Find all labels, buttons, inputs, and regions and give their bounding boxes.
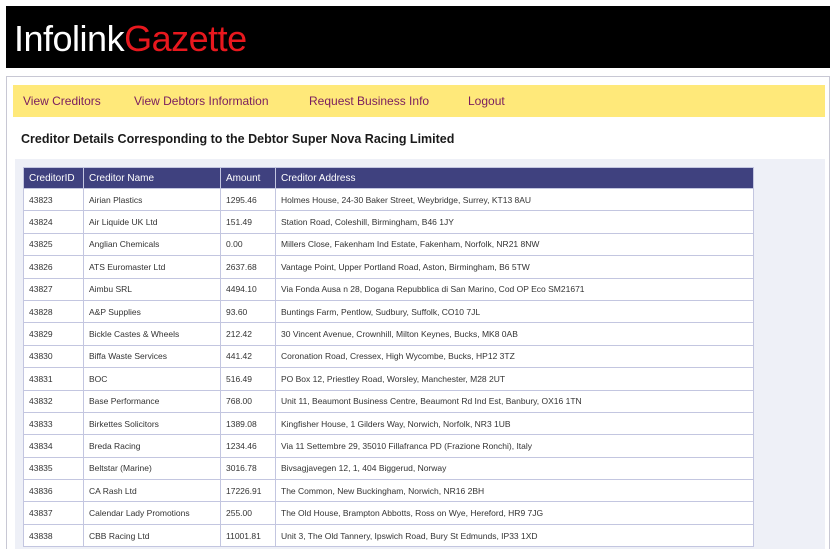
table-row[interactable]: 43831 BOC 516.49 PO Box 12, Priestley Ro… [23, 367, 754, 391]
column-header-creditor-name[interactable]: Creditor Name [83, 167, 221, 189]
table-row[interactable]: 43829 Bickle Castes & Wheels 212.42 30 V… [23, 322, 754, 346]
cell-amount: 255.00 [220, 501, 276, 525]
nav-view-debtors-information[interactable]: View Debtors Information [134, 94, 269, 108]
cell-creditor-id: 43826 [23, 255, 84, 279]
table-row[interactable]: 43828 A&P Supplies 93.60 Buntings Farm, … [23, 299, 754, 324]
cell-creditor-address: The Common, New Buckingham, Norwich, NR1… [275, 479, 754, 503]
cell-creditor-address: Kingfisher House, 1 Gilders Way, Norwich… [275, 411, 754, 436]
cell-creditor-name: Biffa Waste Services [83, 344, 221, 369]
table-row[interactable]: 43832 Base Performance 768.00 Unit 11, B… [23, 389, 754, 413]
site-logo[interactable]: InfolinkGazette [14, 19, 247, 59]
table-row[interactable]: 43837 Calendar Lady Promotions 255.00 Th… [23, 501, 754, 525]
table-row[interactable]: 43823 Airian Plastics 1295.46 Holmes Hou… [23, 187, 754, 212]
cell-creditor-id: 43838 [23, 523, 84, 548]
cell-creditor-id: 43832 [23, 389, 84, 413]
page-title: Creditor Details Corresponding to the De… [21, 132, 455, 146]
cell-amount: 0.00 [220, 232, 276, 257]
cell-creditor-address: Unit 3, The Old Tannery, Ipswich Road, B… [275, 523, 754, 548]
cell-creditor-id: 43833 [23, 411, 84, 436]
cell-creditor-address: Via Fonda Ausa n 28, Dogana Repubblica d… [275, 277, 754, 301]
cell-creditor-address: Station Road, Coleshill, Birmingham, B46… [275, 210, 754, 234]
cell-creditor-address: 30 Vincent Avenue, Crownhill, Milton Key… [275, 322, 754, 346]
cell-creditor-id: 43827 [23, 277, 84, 301]
cell-creditor-address: The Old House, Brampton Abbotts, Ross on… [275, 501, 754, 525]
cell-creditor-address: Vantage Point, Upper Portland Road, Asto… [275, 255, 754, 279]
logo-text-gazette: Gazette [124, 18, 247, 59]
nav-bar: View Creditors View Debtors Information … [13, 85, 825, 117]
cell-amount: 1234.46 [220, 434, 276, 458]
cell-creditor-address: Unit 11, Beaumont Business Centre, Beaum… [275, 389, 754, 413]
column-header-creditor-address[interactable]: Creditor Address [275, 167, 754, 189]
cell-creditor-id: 43837 [23, 501, 84, 525]
cell-amount: 3016.78 [220, 456, 276, 481]
nav-view-creditors[interactable]: View Creditors [23, 94, 101, 108]
cell-creditor-address: Millers Close, Fakenham Ind Estate, Fake… [275, 232, 754, 257]
cell-amount: 441.42 [220, 344, 276, 369]
cell-creditor-id: 43836 [23, 479, 84, 503]
cell-creditor-name: Airian Plastics [83, 187, 221, 212]
site-header: InfolinkGazette [6, 6, 830, 68]
cell-creditor-address: Bivsagjavegen 12, 1, 404 Biggerud, Norwa… [275, 456, 754, 481]
cell-creditor-id: 43824 [23, 210, 84, 234]
table-row[interactable]: 43827 Aimbu SRL 4494.10 Via Fonda Ausa n… [23, 277, 754, 301]
cell-creditor-name: Birkettes Solicitors [83, 411, 221, 436]
cell-creditor-address: Buntings Farm, Pentlow, Sudbury, Suffolk… [275, 299, 754, 324]
cell-amount: 11001.81 [220, 523, 276, 548]
cell-creditor-address: Coronation Road, Cressex, High Wycombe, … [275, 344, 754, 369]
cell-creditor-id: 43829 [23, 322, 84, 346]
cell-amount: 151.49 [220, 210, 276, 234]
cell-creditor-name: Beltstar (Marine) [83, 456, 221, 481]
table-row[interactable]: 43834 Breda Racing 1234.46 Via 11 Settem… [23, 434, 754, 458]
creditors-table: CreditorID Creditor Name Amount Creditor… [23, 167, 754, 548]
table-row[interactable]: 43838 CBB Racing Ltd 11001.81 Unit 3, Th… [23, 523, 754, 548]
table-row[interactable]: 43835 Beltstar (Marine) 3016.78 Bivsagja… [23, 456, 754, 481]
cell-creditor-id: 43830 [23, 344, 84, 369]
table-row[interactable]: 43830 Biffa Waste Services 441.42 Corona… [23, 344, 754, 369]
cell-amount: 212.42 [220, 322, 276, 346]
cell-amount: 4494.10 [220, 277, 276, 301]
table-header-row: CreditorID Creditor Name Amount Creditor… [23, 167, 754, 189]
cell-creditor-name: Calendar Lady Promotions [83, 501, 221, 525]
cell-amount: 17226.91 [220, 479, 276, 503]
table-row[interactable]: 43836 CA Rash Ltd 17226.91 The Common, N… [23, 479, 754, 503]
cell-amount: 516.49 [220, 367, 276, 391]
cell-creditor-name: BOC [83, 367, 221, 391]
cell-amount: 93.60 [220, 299, 276, 324]
column-header-amount[interactable]: Amount [220, 167, 276, 189]
cell-creditor-name: CA Rash Ltd [83, 479, 221, 503]
cell-creditor-address: Via 11 Settembre 29, 35010 Fillafranca P… [275, 434, 754, 458]
cell-creditor-name: ATS Euromaster Ltd [83, 255, 221, 279]
cell-creditor-id: 43831 [23, 367, 84, 391]
table-row[interactable]: 43824 Air Liquide UK Ltd 151.49 Station … [23, 210, 754, 234]
cell-creditor-id: 43834 [23, 434, 84, 458]
cell-amount: 2637.68 [220, 255, 276, 279]
cell-creditor-name: A&P Supplies [83, 299, 221, 324]
cell-creditor-name: Aimbu SRL [83, 277, 221, 301]
nav-request-business-info[interactable]: Request Business Info [309, 94, 429, 108]
nav-logout[interactable]: Logout [468, 94, 505, 108]
cell-creditor-id: 43825 [23, 232, 84, 257]
table-row[interactable]: 43826 ATS Euromaster Ltd 2637.68 Vantage… [23, 255, 754, 279]
cell-amount: 1295.46 [220, 187, 276, 212]
cell-amount: 768.00 [220, 389, 276, 413]
cell-creditor-address: Holmes House, 24-30 Baker Street, Weybri… [275, 187, 754, 212]
cell-creditor-id: 43828 [23, 299, 84, 324]
cell-creditor-name: Base Performance [83, 389, 221, 413]
cell-creditor-name: Anglian Chemicals [83, 232, 221, 257]
cell-amount: 1389.08 [220, 411, 276, 436]
cell-creditor-name: Air Liquide UK Ltd [83, 210, 221, 234]
column-header-creditor-id[interactable]: CreditorID [23, 167, 84, 189]
table-row[interactable]: 43825 Anglian Chemicals 0.00 Millers Clo… [23, 232, 754, 257]
cell-creditor-name: Bickle Castes & Wheels [83, 322, 221, 346]
cell-creditor-address: PO Box 12, Priestley Road, Worsley, Manc… [275, 367, 754, 391]
cell-creditor-id: 43823 [23, 187, 84, 212]
cell-creditor-id: 43835 [23, 456, 84, 481]
cell-creditor-name: Breda Racing [83, 434, 221, 458]
cell-creditor-name: CBB Racing Ltd [83, 523, 221, 548]
main-panel: View Creditors View Debtors Information … [6, 76, 830, 549]
table-row[interactable]: 43833 Birkettes Solicitors 1389.08 Kingf… [23, 411, 754, 436]
content-area: CreditorID Creditor Name Amount Creditor… [15, 159, 825, 549]
logo-text-infolink: Infolink [14, 18, 125, 59]
